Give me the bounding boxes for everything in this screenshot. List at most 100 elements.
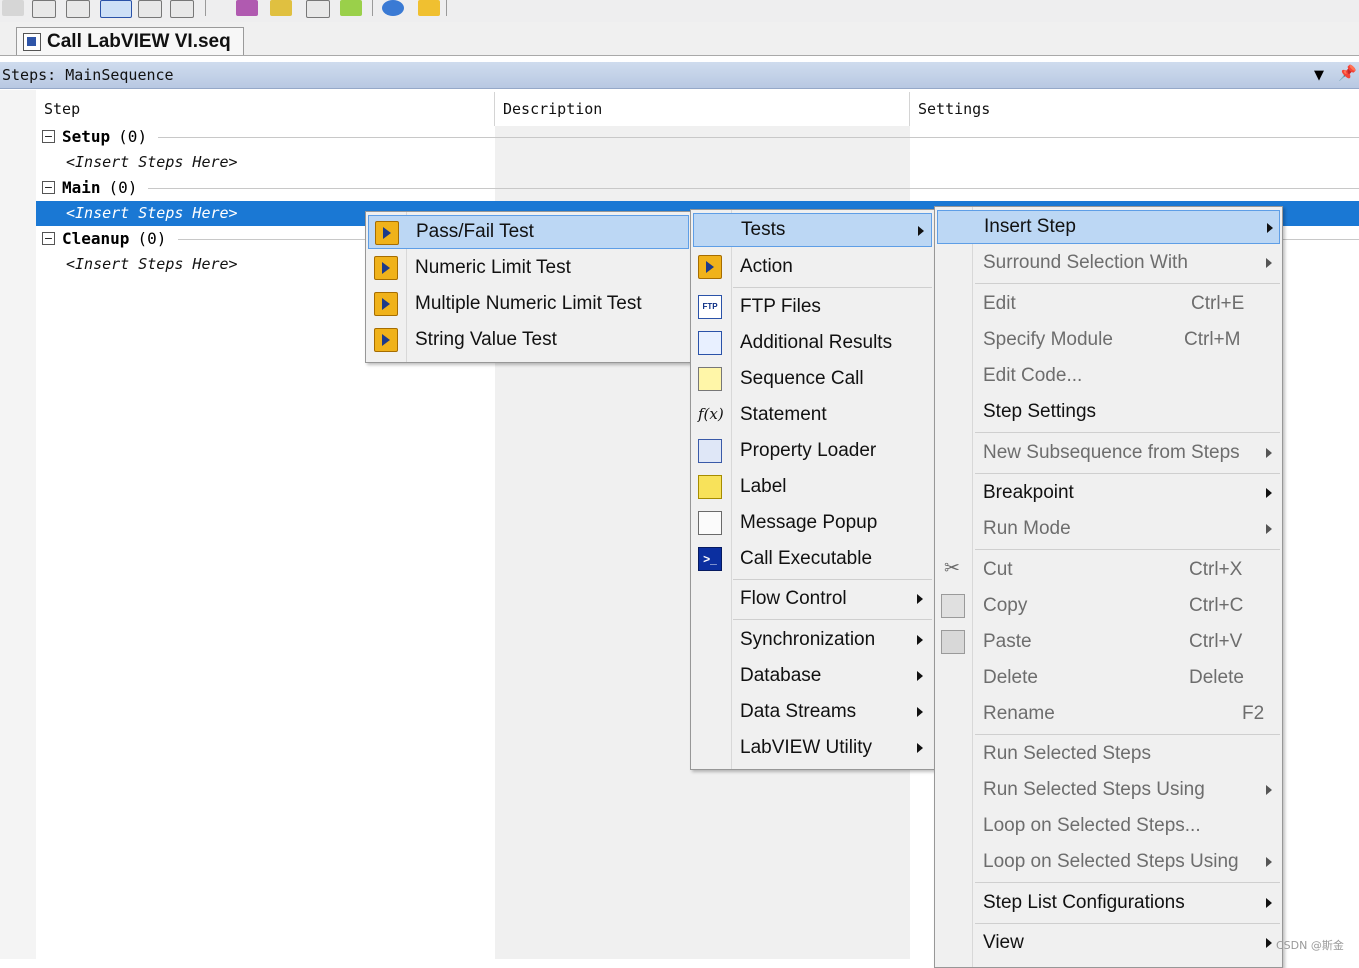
menu-item-statement[interactable]: f(x) Statement (693, 398, 932, 432)
menu-item-ftp-files[interactable]: FTP FTP Files (693, 290, 932, 324)
grid-icon[interactable] (306, 0, 330, 18)
menu-item-new-subsequence[interactable]: New Subsequence from Steps (937, 436, 1280, 470)
group-row-setup[interactable]: − Setup (0) (36, 125, 1359, 150)
menu-item-paste[interactable]: Paste Ctrl+V (937, 625, 1280, 659)
vi-document-icon (23, 32, 41, 51)
menu-item-database[interactable]: Database (693, 659, 932, 693)
menu-item-shortcut: Ctrl+X (1189, 559, 1243, 580)
menu-item-message-popup[interactable]: Message Popup (693, 506, 932, 540)
menu-item-call-executable[interactable]: >_ Call Executable (693, 542, 932, 576)
menu-item-insert-step[interactable]: Insert Step (937, 210, 1280, 244)
menu-item-run-selected-steps[interactable]: Run Selected Steps (937, 737, 1280, 771)
menu-item-step-settings[interactable]: Step Settings (937, 395, 1280, 429)
step-icon[interactable] (138, 0, 162, 18)
menu-item-tests[interactable]: Tests (693, 213, 932, 247)
menu-item-data-streams[interactable]: Data Streams (693, 695, 932, 729)
label-icon (698, 475, 722, 499)
group-divider (158, 137, 1359, 138)
menu-item-label: Database (740, 665, 822, 686)
collapse-icon[interactable]: − (42, 181, 55, 194)
chevron-down-icon[interactable]: ▼ (1314, 68, 1324, 83)
group-name: Cleanup (0) (62, 229, 167, 248)
menu-item-label: Step List Configurations (983, 892, 1185, 913)
menu-item-label: Numeric Limit Test (415, 257, 571, 278)
submenu-arrow-icon (1266, 898, 1272, 908)
column-header-description[interactable]: Description (495, 92, 910, 126)
diagnostics-icon[interactable] (236, 0, 258, 16)
menu-item-surround-selection[interactable]: Surround Selection With (937, 246, 1280, 280)
menu-item-pass-fail-test[interactable]: Pass/Fail Test (368, 215, 689, 249)
placeholder-row[interactable]: <Insert Steps Here> (36, 150, 1359, 175)
collapse-icon[interactable]: − (42, 232, 55, 245)
test-step-icon (374, 328, 398, 352)
menu-item-delete[interactable]: Delete Delete (937, 661, 1280, 695)
menu-item-run-selected-steps-using[interactable]: Run Selected Steps Using (937, 773, 1280, 807)
menu-item-view[interactable]: View (937, 926, 1280, 960)
step-into-icon[interactable] (32, 0, 56, 18)
menu-item-flow-control[interactable]: Flow Control (693, 582, 932, 616)
submenu-arrow-icon (917, 594, 923, 604)
menu-item-shortcut: Ctrl+V (1189, 631, 1243, 652)
step-out-icon[interactable] (100, 0, 132, 18)
insert-step-submenu: Tests Action FTP FTP Files Additional Re… (690, 209, 935, 770)
menu-item-action[interactable]: Action (693, 250, 932, 284)
column-header-settings[interactable]: Settings (910, 92, 1359, 126)
user-icon[interactable] (418, 0, 440, 16)
menu-item-run-mode[interactable]: Run Mode (937, 512, 1280, 546)
submenu-arrow-icon (917, 707, 923, 717)
report-icon[interactable] (170, 0, 194, 18)
submenu-arrow-icon (1266, 524, 1272, 534)
menu-item-additional-results[interactable]: Additional Results (693, 326, 932, 360)
menu-item-label: Statement (740, 404, 827, 425)
menu-item-loop-on-selected-steps-using[interactable]: Loop on Selected Steps Using (937, 845, 1280, 879)
menu-item-loop-on-selected-steps[interactable]: Loop on Selected Steps... (937, 809, 1280, 843)
menu-item-edit-code[interactable]: Edit Code... (937, 359, 1280, 393)
menu-item-rename[interactable]: Rename F2 (937, 697, 1280, 731)
menu-item-specify-module[interactable]: Specify Module Ctrl+M (937, 323, 1280, 357)
column-header-step[interactable]: Step (36, 92, 495, 126)
menu-item-step-list-configurations[interactable]: Step List Configurations (937, 886, 1280, 920)
collapse-icon[interactable]: − (42, 130, 55, 143)
menu-item-sequence-call[interactable]: Sequence Call (693, 362, 932, 396)
message-popup-icon (698, 511, 722, 535)
scissors-icon: ✂ (944, 558, 960, 579)
submenu-arrow-icon (917, 635, 923, 645)
document-tab[interactable]: Call LabVIEW VI.seq (16, 27, 244, 55)
menu-item-breakpoint[interactable]: Breakpoint (937, 476, 1280, 510)
submenu-arrow-icon (917, 671, 923, 681)
step-context-menu: Insert Step Surround Selection With Edit… (934, 206, 1283, 968)
pin-icon[interactable]: 📌 (1338, 64, 1357, 82)
menu-item-numeric-limit-test[interactable]: Numeric Limit Test (368, 251, 689, 285)
menu-separator (733, 579, 932, 580)
menu-item-label: Action (740, 256, 793, 277)
menu-item-synchronization[interactable]: Synchronization (693, 623, 932, 657)
menu-item-copy[interactable]: Copy Ctrl+C (937, 589, 1280, 623)
globe-icon[interactable] (382, 0, 404, 16)
menu-item-label: Edit Code... (983, 365, 1083, 386)
menu-item-property-loader[interactable]: Property Loader (693, 434, 932, 468)
group-row-main[interactable]: − Main (0) (36, 176, 1359, 201)
wand-icon[interactable] (270, 0, 292, 16)
step-over-icon[interactable] (66, 0, 90, 18)
run-icon[interactable] (340, 0, 362, 16)
submenu-arrow-icon (1266, 448, 1272, 458)
menu-item-string-value-test[interactable]: String Value Test (368, 323, 689, 357)
menu-item-label: Tests (741, 219, 786, 240)
menu-item-shortcut: Ctrl+C (1189, 595, 1244, 616)
menu-item-shortcut: F2 (1242, 703, 1265, 724)
menu-item-cut[interactable]: ✂ Cut Ctrl+X (937, 553, 1280, 587)
menu-item-labview-utility[interactable]: LabVIEW Utility (693, 731, 932, 765)
menu-item-label: Step Settings (983, 401, 1097, 422)
menu-separator (975, 283, 1280, 284)
menu-item-label: Message Popup (740, 512, 878, 533)
menu-item-edit[interactable]: Edit Ctrl+E (937, 287, 1280, 321)
toolbar-separator (372, 0, 379, 16)
menu-item-multiple-numeric-limit-test[interactable]: Multiple Numeric Limit Test (368, 287, 689, 321)
watermark: CSDN @斯金 (1276, 939, 1344, 952)
menu-item-label: String Value Test (415, 329, 557, 350)
menu-separator (733, 619, 932, 620)
property-loader-icon (698, 439, 722, 463)
menu-item-label[interactable]: Label (693, 470, 932, 504)
menu-item-label: FTP Files (740, 296, 821, 317)
menu-item-shortcut: Ctrl+M (1184, 329, 1241, 350)
